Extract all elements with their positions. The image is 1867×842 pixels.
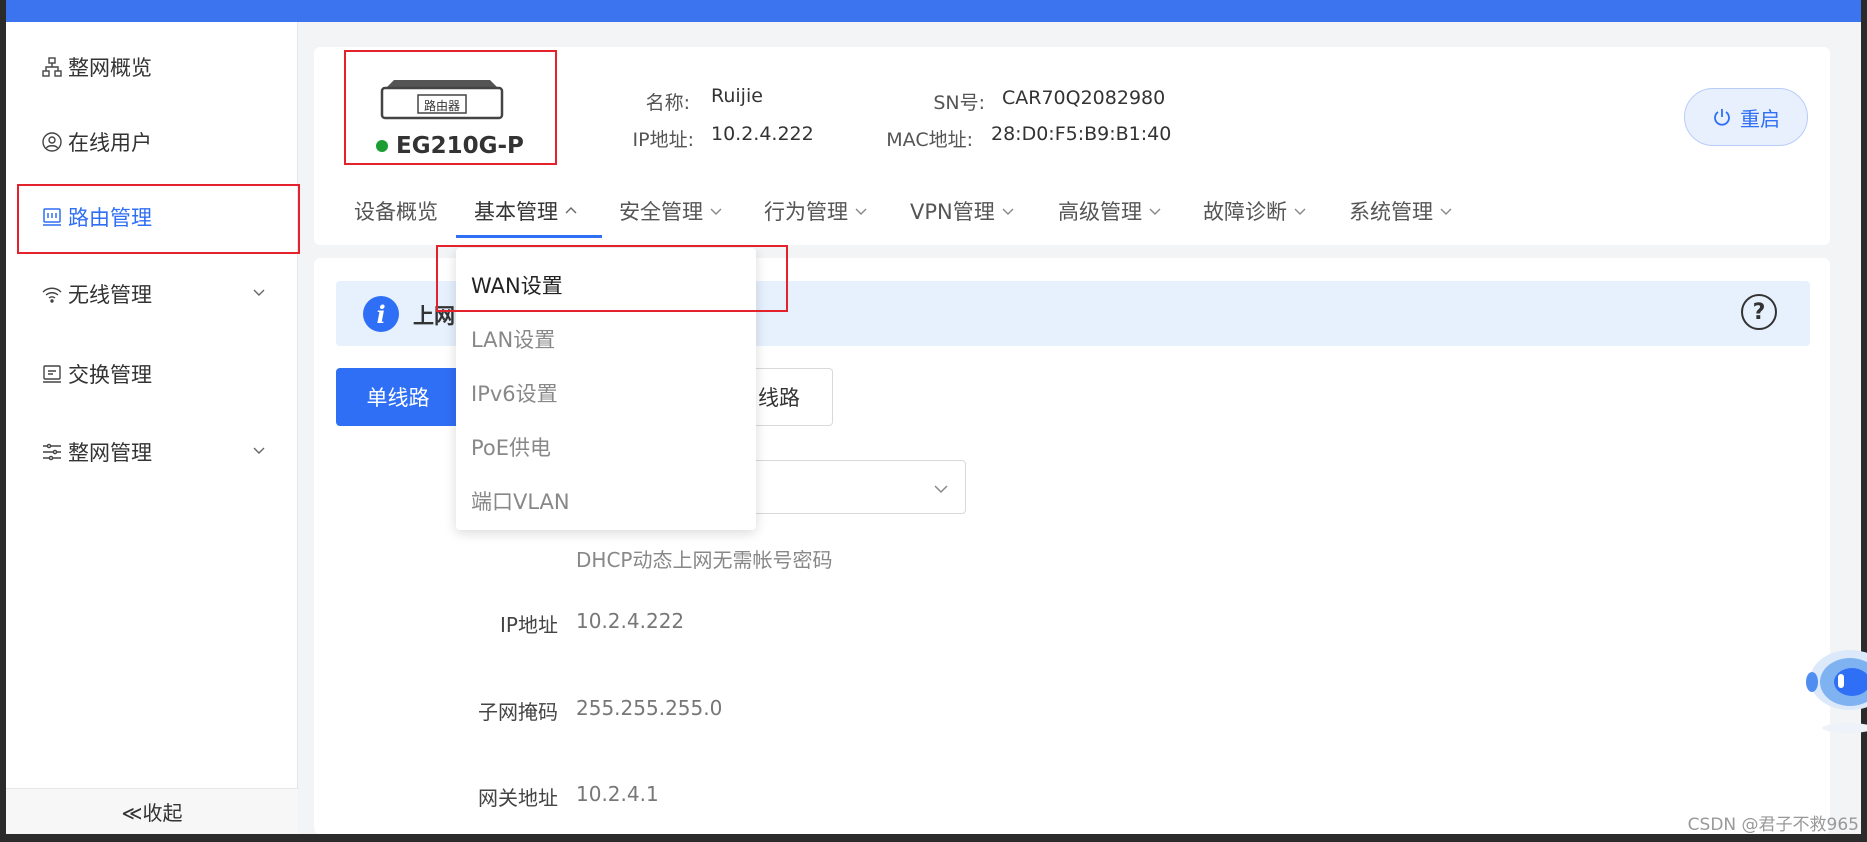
window-top-bar (0, 0, 1867, 22)
tab-label: 基本管理 (474, 200, 558, 224)
tab-label: 故障诊断 (1203, 200, 1287, 224)
sn-value: CAR70Q2082980 (1002, 87, 1166, 109)
restart-button[interactable]: 重启 (1684, 88, 1808, 146)
tab-vpn-management[interactable]: VPN管理 (910, 196, 1015, 226)
subnet-field-value: 255.255.255.0 (576, 696, 723, 720)
tab-label: 系统管理 (1349, 200, 1433, 224)
info-icon: i (363, 296, 399, 332)
chevron-down-icon (1002, 208, 1014, 215)
tab-label: 安全管理 (619, 200, 703, 224)
tab-label: 行为管理 (764, 200, 848, 224)
sidebar-item-online-users[interactable]: 在线用户 (6, 117, 298, 167)
chevron-up-icon (565, 207, 577, 214)
menu-item-lan-settings[interactable]: LAN设置 (471, 324, 555, 354)
sidebar-item-network-management[interactable]: 整网管理 (6, 427, 298, 477)
chevron-down-icon (934, 485, 948, 494)
highlight-box-wan-settings (436, 245, 788, 312)
single-line-button[interactable]: 单线路 (336, 368, 460, 426)
mac-value: 28:D0:F5:B9:B1:40 (991, 123, 1172, 145)
subnet-field-label: 子网掩码 (478, 700, 558, 724)
sidebar-item-label: 整网管理 (68, 441, 152, 465)
tab-system-management[interactable]: 系统管理 (1349, 196, 1453, 226)
sidebar-item-label: 在线用户 (68, 131, 152, 155)
tab-basic-management[interactable]: 基本管理 (474, 196, 578, 226)
active-tab-underline (456, 235, 602, 238)
menu-item-ipv6-settings[interactable]: IPv6设置 (471, 378, 558, 408)
tab-device-overview[interactable]: 设备概览 (354, 196, 438, 226)
user-circle-icon (40, 130, 64, 154)
chevron-down-icon (710, 208, 722, 215)
chevron-down-icon (253, 447, 265, 454)
tab-security-management[interactable]: 安全管理 (619, 196, 723, 226)
chevron-down-icon (1440, 208, 1452, 215)
ip-field-value: 10.2.4.222 (576, 609, 685, 633)
sidebar-item-network-overview[interactable]: 整网概览 (6, 42, 298, 92)
tab-label: VPN管理 (910, 200, 995, 224)
highlight-box-router-management (17, 184, 300, 254)
sidebar: 整网概览 在线用户 路由管理 无线管理 交换管理 整网管理 ≪收起 (6, 22, 298, 834)
watermark: CSDN @君子不救965 (1687, 815, 1859, 835)
settings-list-icon (40, 440, 64, 464)
chevron-down-icon (1294, 208, 1306, 215)
sidebar-item-label: 交换管理 (68, 363, 152, 387)
multi-line-label: 线路 (758, 386, 800, 410)
chevron-down-icon (253, 289, 265, 296)
sn-label: SN号: (933, 92, 985, 114)
mac-label: MAC地址: (886, 129, 973, 151)
name-label: 名称: (645, 92, 690, 114)
restart-label: 重启 (1740, 106, 1780, 131)
wifi-icon (40, 282, 64, 306)
gateway-field-value: 10.2.4.1 (576, 782, 659, 806)
menu-item-poe-power[interactable]: PoE供电 (471, 432, 551, 462)
ip-value: 10.2.4.222 (711, 123, 814, 145)
power-icon (1714, 109, 1730, 126)
chevron-down-icon (1149, 208, 1161, 215)
connection-hint: DHCP动态上网无需帐号密码 (576, 548, 833, 572)
sidebar-item-label: 无线管理 (68, 283, 152, 307)
tab-label: 高级管理 (1058, 200, 1142, 224)
sidebar-item-wireless-management[interactable]: 无线管理 (6, 269, 298, 319)
tab-behavior-management[interactable]: 行为管理 (764, 196, 868, 226)
help-icon[interactable]: ? (1741, 294, 1777, 330)
assistant-robot-icon[interactable] (1798, 648, 1867, 738)
ip-label: IP地址: (632, 129, 694, 151)
name-value: Ruijie (711, 85, 763, 107)
collapse-sidebar-button[interactable]: ≪收起 (6, 788, 298, 834)
sidebar-item-switch-management[interactable]: 交换管理 (6, 349, 298, 399)
menu-item-port-vlan[interactable]: 端口VLAN (471, 486, 570, 516)
sidebar-item-label: 整网概览 (68, 56, 152, 80)
chevron-down-icon (855, 208, 867, 215)
window-frame-bottom (0, 834, 1867, 842)
collapse-label: ≪收起 (121, 801, 183, 825)
ip-field-label: IP地址 (500, 613, 558, 637)
highlight-box-device (344, 50, 557, 165)
tab-label: 设备概览 (354, 200, 438, 224)
network-topology-icon (40, 55, 64, 79)
tab-fault-diagnosis[interactable]: 故障诊断 (1203, 196, 1307, 226)
tab-advanced-management[interactable]: 高级管理 (1058, 196, 1162, 226)
gateway-field-label: 网关地址 (478, 786, 558, 810)
switch-icon (40, 362, 64, 386)
